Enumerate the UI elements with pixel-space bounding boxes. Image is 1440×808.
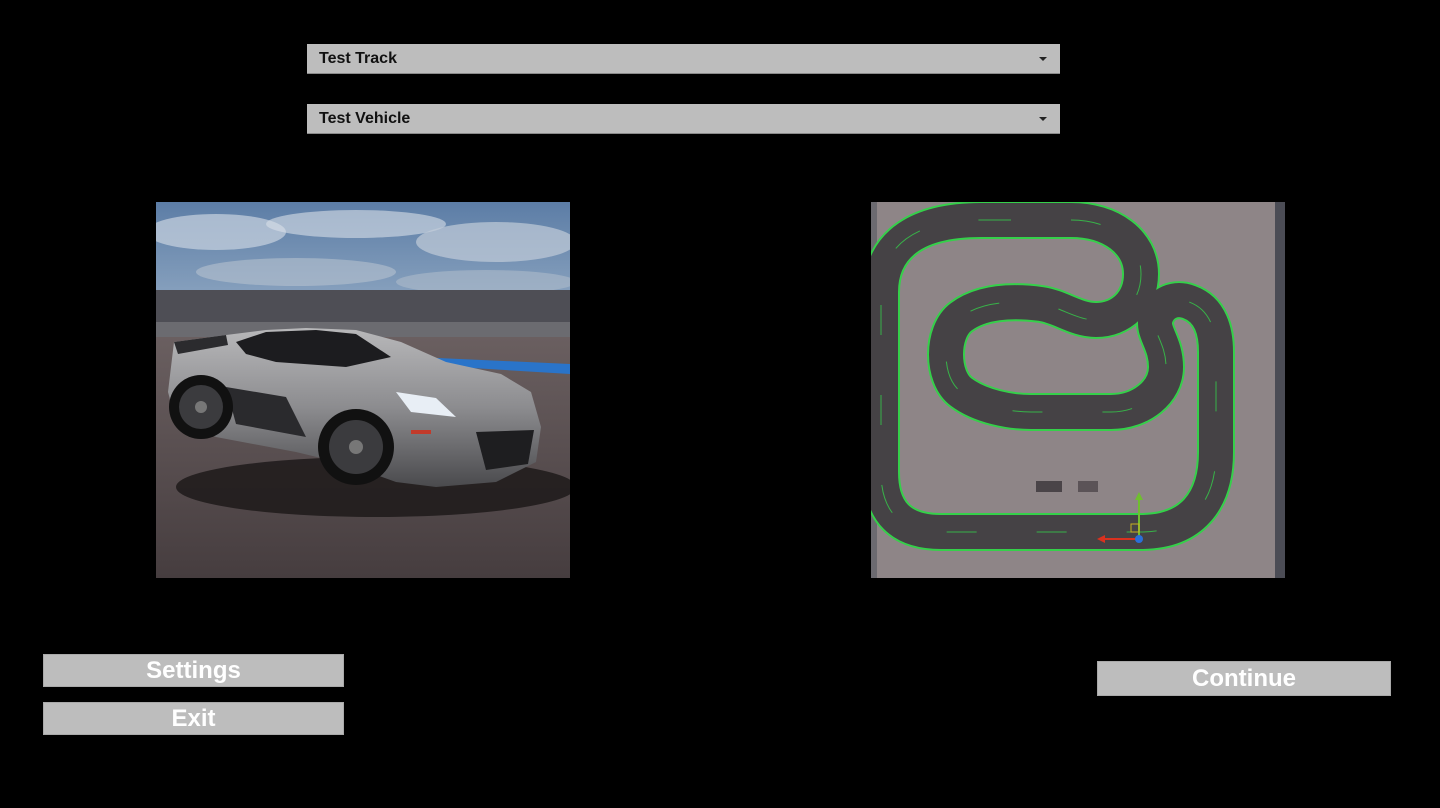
vehicle-track-selection-screen: Test Track Test Vehicle Settings Exit Co… — [0, 0, 1440, 808]
continue-button[interactable]: Continue — [1097, 661, 1391, 696]
track-dropdown[interactable]: Test Track — [307, 44, 1060, 74]
track-layout-map — [871, 202, 1285, 578]
track-preview-image — [871, 202, 1285, 578]
exit-button[interactable]: Exit — [43, 702, 344, 735]
sports-car-render — [156, 202, 570, 578]
vehicle-preview-image — [156, 202, 570, 578]
chevron-down-icon — [1039, 57, 1047, 61]
vehicle-dropdown-value: Test Vehicle — [319, 110, 411, 127]
settings-button[interactable]: Settings — [43, 654, 344, 687]
chevron-down-icon — [1039, 117, 1047, 121]
vehicle-dropdown[interactable]: Test Vehicle — [307, 104, 1060, 134]
track-dropdown-value: Test Track — [319, 50, 397, 67]
